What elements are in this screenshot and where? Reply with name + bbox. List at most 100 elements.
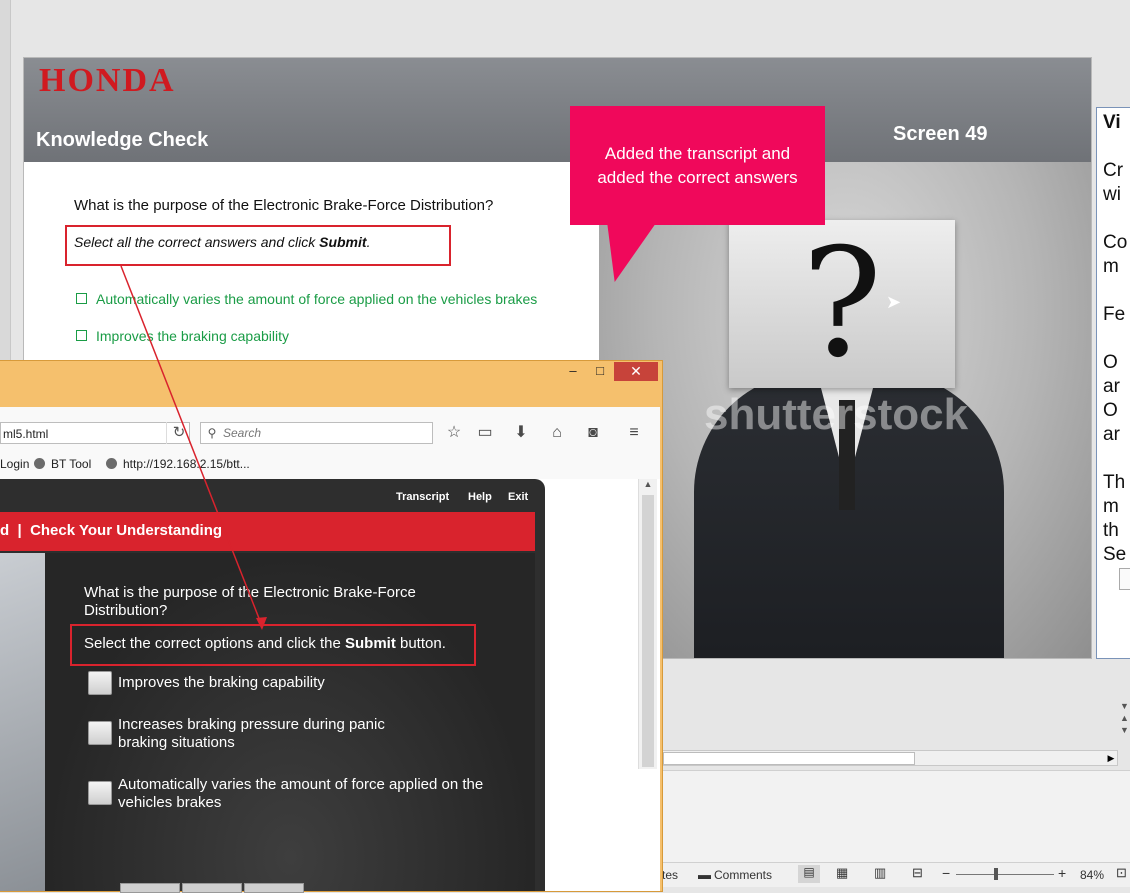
slide-question: What is the purpose of the Electronic Br… (74, 197, 494, 214)
slide-sorter-icon[interactable]: ▦ (836, 865, 848, 881)
bookmark-label: BT Tool (51, 457, 92, 471)
course-question: What is the purpose of the Electronic Br… (84, 584, 416, 619)
option-checkbox[interactable] (88, 671, 112, 695)
course-header-bar: d | Check Your Understanding (0, 512, 535, 551)
vertical-scroll-arrows[interactable]: ▼ ▲ ▼ (1120, 700, 1130, 736)
pocket-icon[interactable]: ◙ (580, 421, 606, 445)
globe-icon (106, 458, 117, 469)
zoom-slider[interactable] (956, 874, 1054, 875)
bottom-tab[interactable] (244, 883, 304, 893)
instruction-suffix: button. (395, 635, 446, 652)
reading-view-icon[interactable]: ▥ (874, 865, 886, 881)
notes-pane[interactable] (662, 770, 1130, 863)
page-scroll-thumb[interactable] (642, 495, 654, 767)
zoom-out-icon[interactable]: − (942, 865, 950, 881)
question-mark-icon: ? (801, 217, 883, 391)
home-icon[interactable]: ⌂ (544, 421, 570, 445)
notes-button[interactable]: tes (662, 868, 678, 882)
minimize-button[interactable]: – (563, 363, 583, 381)
bookmark-bt-tool[interactable]: BT Tool (34, 457, 91, 471)
panel-text: Co (1103, 232, 1128, 253)
bookmark-server[interactable]: http://192.168.2.15/btt... (106, 457, 250, 471)
slide-title: Knowledge Check (36, 129, 209, 151)
browser-window[interactable]: – □ ✕ ml5.html ↻ ⚲ Search ☆ ▭ ⬇ ⌂ ◙ ≡ Log… (0, 360, 663, 893)
screen-number: Screen 49 (893, 123, 988, 145)
panel-text: Fe (1103, 304, 1126, 325)
normal-view-icon[interactable]: ▤ (798, 865, 820, 883)
help-link[interactable]: Help (468, 491, 492, 503)
zoom-in-icon[interactable]: + (1058, 865, 1066, 881)
header-prefix: d (0, 522, 10, 539)
instruction-submit: Submit (319, 234, 367, 250)
panel-text: Cr (1103, 160, 1124, 181)
scroll-up-icon[interactable]: ▲ (642, 479, 654, 493)
answer-label: Improves the braking capability (96, 328, 289, 344)
panel-text: ar (1103, 376, 1120, 397)
search-input[interactable]: ⚲ Search (200, 422, 433, 444)
mouse-cursor-icon: ➤ (886, 292, 902, 312)
annotation-callout[interactable]: Added the transcript and added the corre… (570, 106, 825, 225)
course-header-title: d | Check Your Understanding (0, 522, 222, 539)
instruction-text: Select all the correct answers and click (74, 234, 320, 250)
panel-text: O (1103, 400, 1118, 421)
header-text: Check Your Understanding (30, 522, 223, 539)
car-image (0, 553, 45, 891)
instruction-submit: Submit (344, 635, 396, 652)
instruction-text: Select the correct options and click the (84, 635, 345, 652)
maximize-button[interactable]: □ (590, 363, 610, 381)
reading-list-icon[interactable]: ▭ (472, 421, 498, 445)
option-checkbox[interactable] (88, 721, 112, 745)
zoom-level[interactable]: 84% (1080, 868, 1104, 882)
callout-line: Added the transcript and (604, 144, 791, 163)
comments-button[interactable]: Comments (714, 868, 772, 882)
callout-text: Added the transcript and added the corre… (570, 142, 825, 190)
status-bar: tes ▬ Comments ▤ ▦ ▥ ⊟ − + 84% ⊡ (662, 862, 1130, 887)
panel-scroll-handle[interactable] (1119, 568, 1130, 590)
bookmark-login[interactable]: Login (0, 457, 29, 471)
answer-item: Improves the braking capability (76, 328, 289, 344)
option-line: vehicles brakes (118, 794, 222, 811)
search-placeholder: Search (223, 426, 262, 440)
bookmark-label: http://192.168.2.15/btt... (123, 457, 250, 471)
instruction-period: . (366, 234, 371, 250)
download-icon[interactable]: ⬇ (508, 421, 534, 445)
bookmark-star-icon[interactable]: ☆ (441, 421, 467, 445)
bookmarks-bar: Login BT Tool http://192.168.2.15/btt... (0, 453, 660, 475)
menu-icon[interactable]: ≡ (621, 421, 647, 445)
horizontal-scrollbar[interactable]: ▶ (662, 750, 1118, 766)
option-label[interactable]: Increases braking pressure during panic b… (118, 716, 385, 752)
browser-body: ml5.html ↻ ⚲ Search ☆ ▭ ⬇ ⌂ ◙ ≡ Login BT … (0, 407, 660, 893)
panel-text: O (1103, 352, 1118, 373)
course-player: Transcript Help Exit d | Check Your Unde… (0, 479, 545, 893)
bottom-tab[interactable] (182, 883, 242, 893)
fit-slide-icon[interactable]: ⊡ (1116, 865, 1127, 881)
checkbox-icon (76, 293, 87, 304)
stock-watermark: shutterstock (704, 390, 969, 439)
option-label[interactable]: Automatically varies the amount of force… (118, 776, 483, 812)
address-bar[interactable]: ml5.html (0, 422, 190, 444)
bottom-tab[interactable] (120, 883, 180, 893)
option-line: Improves the braking capability (118, 674, 325, 691)
reload-icon[interactable]: ↻ (166, 422, 191, 444)
exit-link[interactable]: Exit (508, 491, 528, 503)
slideshow-icon[interactable]: ⊟ (912, 865, 923, 881)
checkbox-icon (76, 330, 87, 341)
page-scrollbar[interactable]: ▲ (638, 479, 657, 769)
search-icon: ⚲ (207, 426, 217, 440)
panel-text: m (1103, 496, 1119, 517)
panel-heading: Vi (1103, 112, 1121, 133)
question-sign: ? (729, 220, 955, 388)
horizontal-scroll-thumb[interactable] (663, 752, 915, 765)
comments-icon: ▬ (698, 867, 711, 882)
header-separator: | (17, 522, 22, 539)
scroll-right-icon[interactable]: ▶ (1105, 751, 1117, 765)
close-button[interactable]: ✕ (614, 362, 658, 381)
option-label[interactable]: Improves the braking capability (118, 674, 325, 692)
transcript-link[interactable]: Transcript (396, 491, 449, 503)
answer-label: Automatically varies the amount of force… (96, 291, 538, 307)
page-content: ▲ Transcript Help Exit d | Check Your Un… (0, 479, 660, 893)
option-checkbox[interactable] (88, 781, 112, 805)
option-line: Automatically varies the amount of force… (118, 776, 484, 793)
panel-text: wi (1103, 184, 1121, 205)
zoom-slider-thumb[interactable] (994, 868, 998, 880)
